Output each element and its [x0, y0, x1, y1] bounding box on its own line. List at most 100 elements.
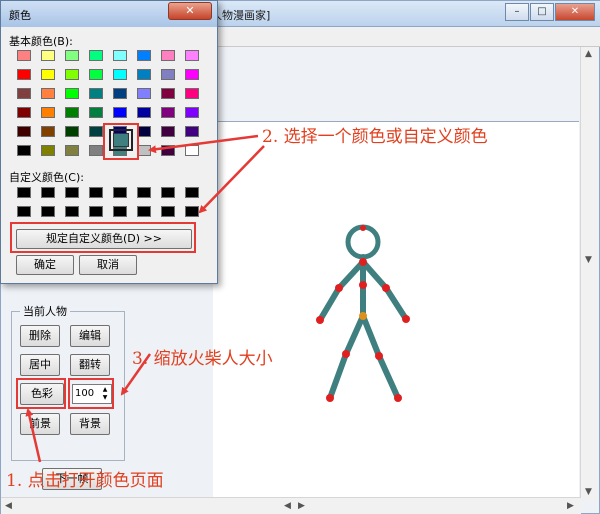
basic-color-swatch[interactable] [41, 50, 55, 61]
spin-up-icon[interactable]: ▲ [100, 386, 110, 394]
scroll-left-marker-icon[interactable]: ◀ [284, 501, 291, 511]
custom-color-swatch[interactable] [185, 187, 199, 198]
custom-color-swatch[interactable] [137, 206, 151, 217]
custom-color-swatch[interactable] [113, 206, 127, 217]
custom-color-swatch[interactable] [65, 187, 79, 198]
color-dialog-titlebar: 颜色 ✕ [1, 1, 217, 27]
basic-color-swatch[interactable] [17, 50, 31, 61]
center-button[interactable]: 居中 [20, 354, 60, 376]
basic-color-swatch[interactable] [161, 69, 175, 80]
basic-color-swatch[interactable] [89, 107, 103, 118]
basic-color-swatch[interactable] [17, 145, 31, 156]
horizontal-scrollbar[interactable]: ◀ ◀ ▶ ▶ [1, 497, 581, 514]
basic-color-swatch[interactable] [137, 145, 151, 156]
selected-color-swatch[interactable] [109, 129, 133, 151]
basic-color-swatch[interactable] [161, 126, 175, 137]
basic-color-swatch[interactable] [65, 88, 79, 99]
basic-color-swatch[interactable] [17, 88, 31, 99]
scroll-right-marker-icon[interactable]: ▶ [298, 501, 305, 511]
basic-color-swatch[interactable] [65, 50, 79, 61]
basic-color-swatch[interactable] [113, 107, 127, 118]
color-button[interactable]: 色彩 [20, 383, 64, 405]
basic-color-swatch[interactable] [41, 88, 55, 99]
close-button[interactable]: ✕ [555, 3, 595, 21]
selected-color-fill[interactable] [113, 133, 129, 147]
basic-color-swatch[interactable] [89, 69, 103, 80]
background-button[interactable]: 背景 [70, 413, 110, 435]
maximize-button[interactable]: □ [530, 3, 554, 21]
custom-color-swatch[interactable] [41, 187, 55, 198]
basic-color-swatch[interactable] [161, 145, 175, 156]
basic-color-swatch[interactable] [17, 126, 31, 137]
basic-color-swatch[interactable] [17, 69, 31, 80]
basic-color-swatch[interactable] [137, 126, 151, 137]
basic-color-swatch[interactable] [17, 107, 31, 118]
basic-color-swatch[interactable] [185, 88, 199, 99]
cancel-button[interactable]: 取消 [79, 255, 137, 275]
custom-color-swatch[interactable] [185, 206, 199, 217]
scroll-down-icon[interactable]: ▼ [585, 487, 592, 497]
basic-color-swatch[interactable] [161, 50, 175, 61]
custom-colors-grid [17, 187, 199, 217]
basic-color-swatch[interactable] [41, 69, 55, 80]
vertical-scrollbar[interactable]: ▲ ▼ ▼ [580, 47, 598, 501]
basic-color-swatch[interactable] [41, 126, 55, 137]
basic-color-swatch[interactable] [185, 69, 199, 80]
custom-color-swatch[interactable] [137, 187, 151, 198]
minimize-button[interactable]: – [505, 3, 529, 21]
basic-color-swatch[interactable] [113, 50, 127, 61]
basic-color-swatch[interactable] [65, 126, 79, 137]
scroll-left-icon[interactable]: ◀ [5, 501, 12, 511]
basic-color-swatch[interactable] [65, 107, 79, 118]
basic-colors-label: 基本颜色(B): [9, 35, 73, 48]
joint-chest [359, 281, 367, 289]
flip-button[interactable]: 翻转 [70, 354, 110, 376]
basic-color-swatch[interactable] [41, 145, 55, 156]
custom-color-swatch[interactable] [161, 187, 175, 198]
basic-color-swatch[interactable] [161, 107, 175, 118]
dialog-close-button[interactable]: ✕ [168, 2, 212, 20]
basic-color-swatch[interactable] [161, 88, 175, 99]
spin-down-icon[interactable]: ▼ [100, 394, 110, 402]
basic-color-swatch[interactable] [65, 69, 79, 80]
stickman-figure[interactable] [213, 122, 579, 512]
basic-color-swatch[interactable] [137, 88, 151, 99]
foreground-button[interactable]: 前景 [20, 413, 60, 435]
scroll-marker-icon[interactable]: ▼ [585, 255, 592, 265]
custom-color-swatch[interactable] [89, 206, 103, 217]
define-custom-colors-button[interactable]: 规定自定义颜色(D) >> [16, 229, 192, 249]
basic-color-swatch[interactable] [89, 145, 103, 156]
custom-color-swatch[interactable] [161, 206, 175, 217]
ok-button[interactable]: 确定 [16, 255, 74, 275]
edit-button[interactable]: 编辑 [70, 325, 110, 347]
basic-color-swatch[interactable] [113, 69, 127, 80]
stickman-head [345, 224, 381, 260]
delete-button[interactable]: 删除 [20, 325, 60, 347]
basic-color-swatch[interactable] [185, 145, 199, 156]
basic-color-swatch[interactable] [41, 107, 55, 118]
scale-stepper[interactable]: 100 ▲ ▼ [72, 384, 112, 404]
custom-color-swatch[interactable] [17, 206, 31, 217]
basic-color-swatch[interactable] [137, 107, 151, 118]
basic-color-swatch[interactable] [89, 50, 103, 61]
scale-value[interactable]: 100 [75, 388, 94, 399]
custom-color-swatch[interactable] [41, 206, 55, 217]
custom-color-swatch[interactable] [65, 206, 79, 217]
basic-color-swatch[interactable] [65, 145, 79, 156]
scale-arrows[interactable]: ▲ ▼ [100, 386, 110, 402]
basic-color-swatch[interactable] [137, 69, 151, 80]
drawing-canvas[interactable] [213, 121, 579, 511]
stickman-right-shin [376, 353, 401, 401]
custom-color-swatch[interactable] [89, 187, 103, 198]
basic-color-swatch[interactable] [89, 88, 103, 99]
basic-color-swatch[interactable] [89, 126, 103, 137]
basic-color-swatch[interactable] [113, 88, 127, 99]
basic-color-swatch[interactable] [185, 50, 199, 61]
scroll-right-icon[interactable]: ▶ [567, 501, 574, 511]
custom-color-swatch[interactable] [17, 187, 31, 198]
basic-color-swatch[interactable] [185, 107, 199, 118]
basic-color-swatch[interactable] [137, 50, 151, 61]
custom-color-swatch[interactable] [113, 187, 127, 198]
basic-color-swatch[interactable] [185, 126, 199, 137]
scroll-up-icon[interactable]: ▲ [585, 49, 592, 59]
